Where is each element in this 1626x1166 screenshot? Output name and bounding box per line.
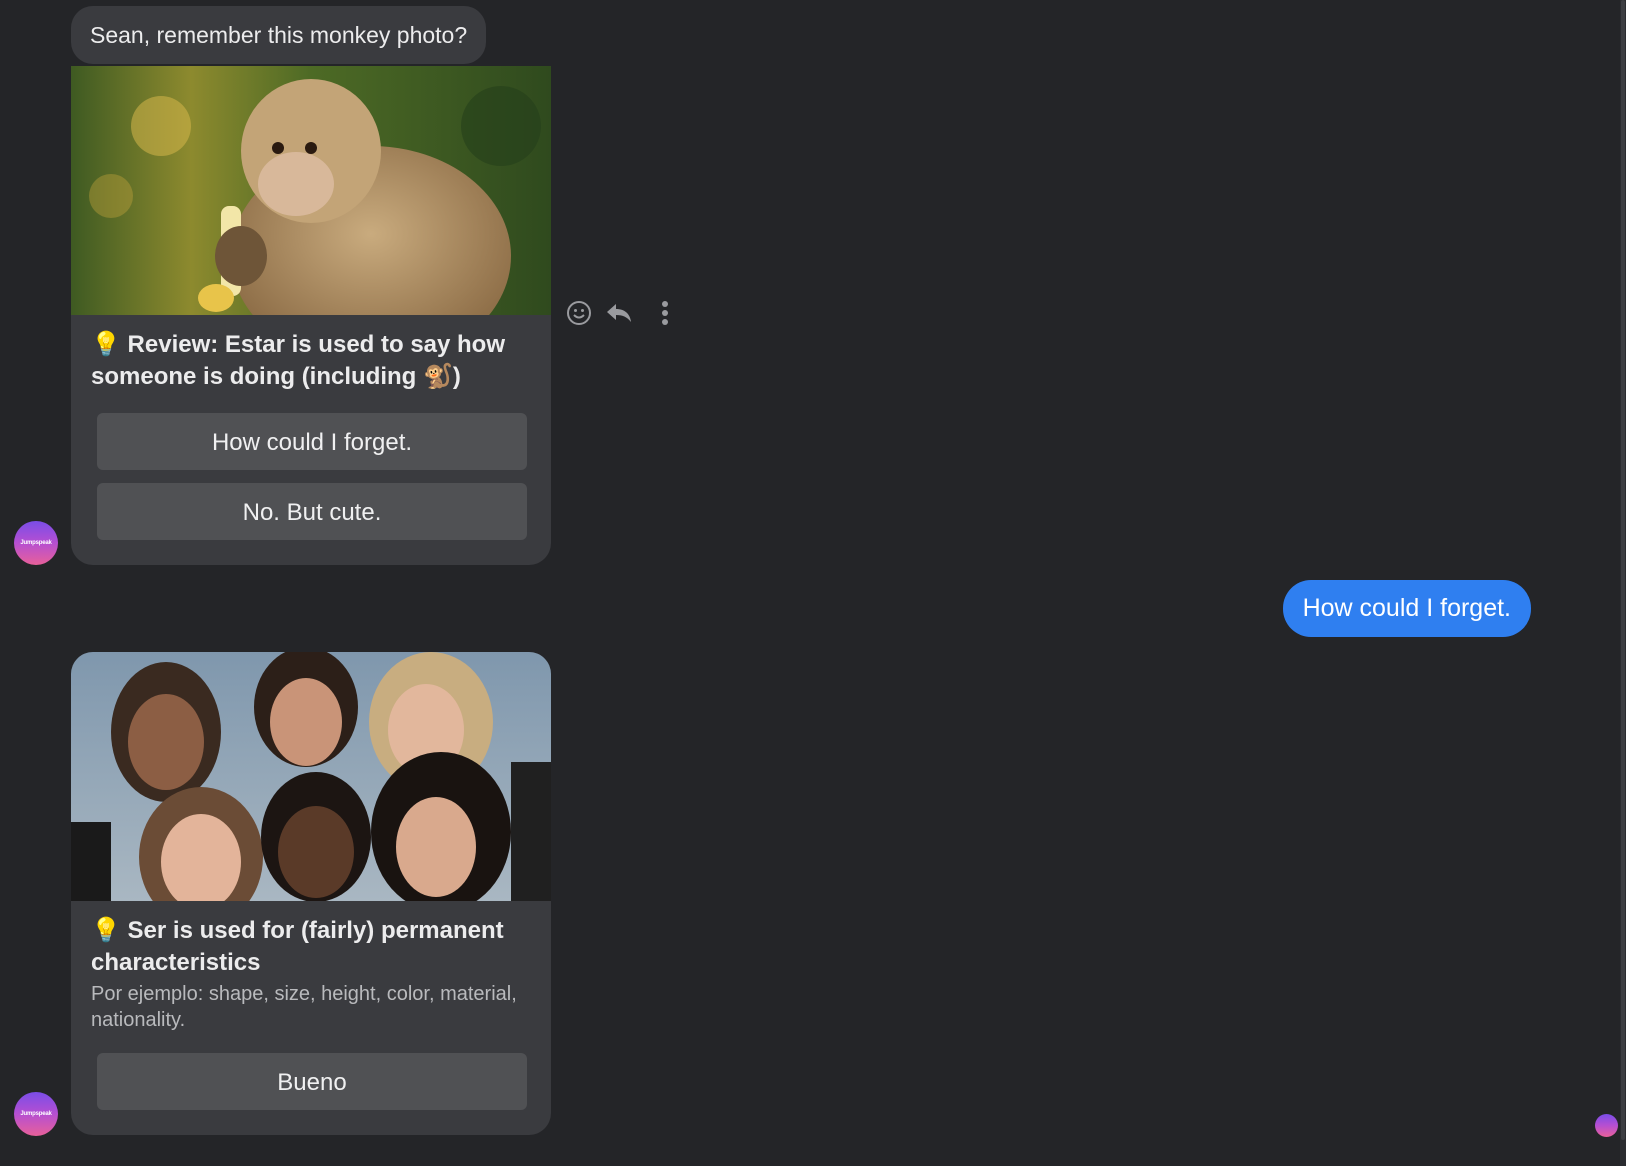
card-subtitle: Por ejemplo: shape, size, height, color,… [91,983,517,1031]
scrollbar[interactable] [1620,0,1626,1166]
reply-icon[interactable] [605,299,633,327]
user-avatar [1595,1114,1618,1137]
card-title: 💡 Review: Estar is used to say how someo… [91,331,506,390]
scrollbar-thumb[interactable] [1621,0,1625,1140]
chat-window: Sean, remember this monkey photo? 💡 Revi… [0,0,1626,1166]
bot-message-card: 💡 Review: Estar is used to say how someo… [71,66,551,565]
bot-message-card: 💡 Ser is used for (fairly) permanent cha… [71,652,551,1135]
group-photo [71,652,551,901]
avatar: Jumpspeak [14,1092,58,1136]
more-vertical-icon[interactable] [651,299,679,327]
option-button[interactable]: No. But cute. [97,483,527,540]
card-title: 💡 Ser is used for (fairly) permanent cha… [91,917,504,976]
emoji-icon[interactable] [565,299,593,327]
message-actions [565,299,679,327]
avatar-label: Jumpspeak [20,540,52,546]
avatar: Jumpspeak [14,521,58,565]
option-button[interactable]: How could I forget. [97,413,527,470]
bot-message-text: Sean, remember this monkey photo? [71,6,487,64]
monkey-photo [71,66,551,315]
avatar-label: Jumpspeak [20,1111,52,1117]
option-button[interactable]: Bueno [97,1053,527,1110]
user-message: How could I forget. [1282,580,1531,637]
